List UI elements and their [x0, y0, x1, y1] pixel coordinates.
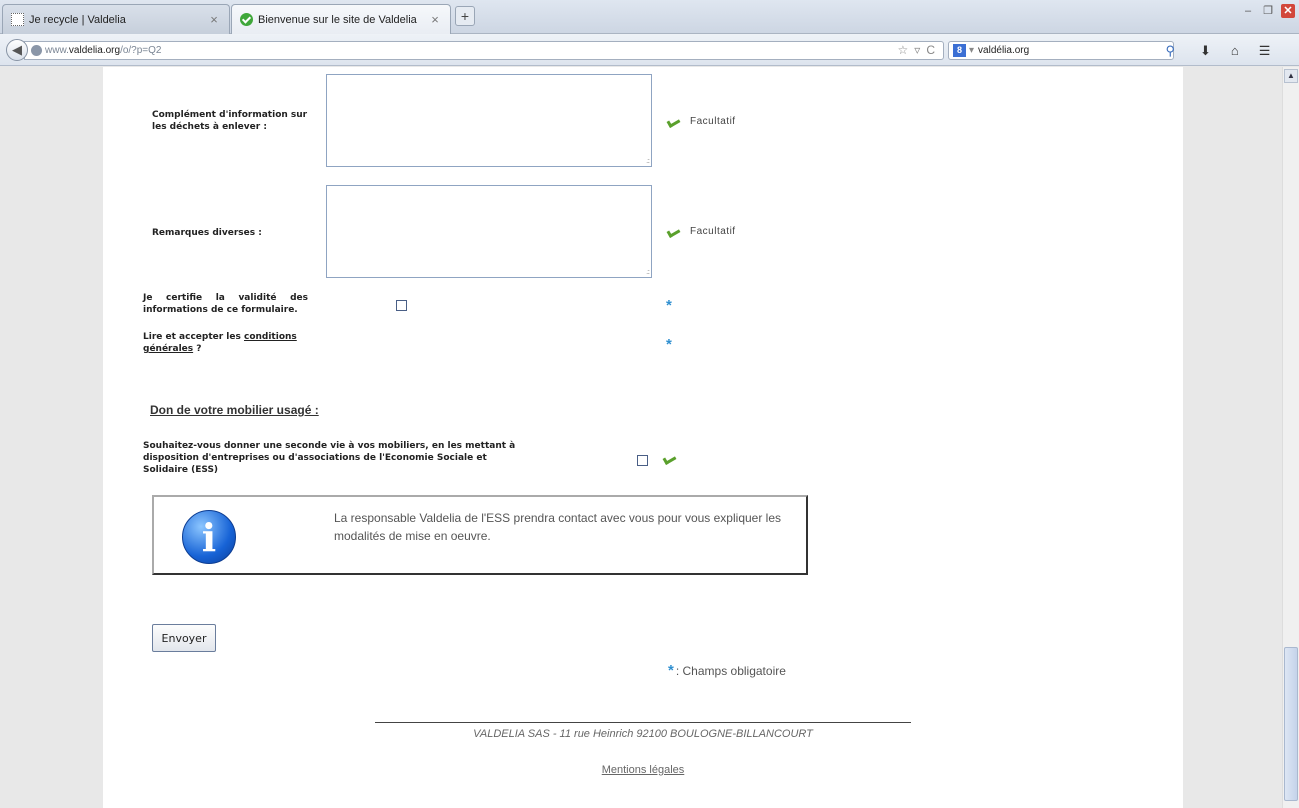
tab-label: Bienvenue sur le site de Valdelia	[258, 13, 417, 26]
new-tab-button[interactable]: +	[455, 6, 475, 26]
conditions-label: Lire et accepter les conditions générale…	[143, 331, 323, 355]
close-tab-icon[interactable]: ×	[207, 12, 221, 27]
home-icon[interactable]: ⌂	[1231, 43, 1239, 59]
window-controls: – ❐ ✕	[1241, 4, 1295, 18]
restore-icon[interactable]: ❐	[1261, 4, 1275, 18]
vertical-scrollbar[interactable]: ▲	[1282, 67, 1299, 808]
download-icon[interactable]: ⬇	[1200, 43, 1211, 59]
search-bar[interactable]: 8 ▾ valdélia.org ⚲	[948, 41, 1175, 60]
tab-bienvenue[interactable]: Bienvenue sur le site de Valdelia ×	[231, 4, 451, 34]
tab-je-recycle[interactable]: Je recycle | Valdelia ×	[2, 4, 230, 34]
minimize-icon[interactable]: –	[1241, 4, 1255, 18]
search-engine-icon[interactable]: 8	[953, 44, 966, 57]
legal-notice-link[interactable]: Mentions légales	[375, 764, 911, 776]
url-prefix: www.	[45, 45, 69, 56]
footer-divider	[375, 722, 911, 723]
required-legend: * : Champs obligatoire	[668, 662, 786, 679]
search-engine-dropdown-icon[interactable]: ▾	[969, 45, 974, 56]
complement-textarea[interactable]	[326, 74, 652, 167]
optional-label: Facultatif	[690, 226, 736, 237]
dropdown-arrow-icon[interactable]: ▿	[914, 43, 920, 57]
check-icon	[664, 455, 678, 463]
scroll-thumb[interactable]	[1284, 647, 1298, 801]
page-viewport	[0, 67, 1282, 808]
tab-strip: Je recycle | Valdelia × Bienvenue sur le…	[0, 0, 1299, 34]
url-actions: ☆ ▿ C	[898, 43, 935, 57]
search-input[interactable]: valdélia.org	[978, 45, 1029, 56]
page-content	[103, 67, 1183, 808]
certify-label: Je certifie la validité des informations…	[143, 293, 308, 315]
check-favicon-icon	[240, 13, 253, 26]
section-title: Don de votre mobilier usagé :	[150, 403, 319, 417]
submit-button[interactable]: Envoyer	[152, 624, 216, 652]
blank-page-icon	[11, 13, 24, 26]
remarques-textarea[interactable]	[326, 185, 652, 278]
address-bar[interactable]: www. valdelia.org/o/?p=Q2 ☆ ▿ C	[24, 41, 944, 60]
conditions-prefix: Lire et accepter les	[143, 332, 244, 342]
tab-label: Je recycle | Valdelia	[29, 13, 126, 26]
required-star-icon: *	[668, 662, 674, 679]
search-icon[interactable]: ⚲	[1165, 43, 1175, 59]
donation-label: Souhaitez-vous donner une seconde vie à …	[143, 441, 516, 475]
field-label-remarques: Remarques diverses :	[152, 228, 262, 238]
conditions-suffix: ?	[193, 344, 202, 354]
check-icon	[668, 228, 682, 236]
close-window-icon[interactable]: ✕	[1281, 4, 1295, 18]
url-host: valdelia.org	[68, 45, 121, 56]
legend-text: : Champs obligatoire	[675, 663, 786, 678]
info-text: La responsable Valdelia de l'ESS prendra…	[334, 511, 782, 543]
url-path: /o/?p=Q2	[120, 45, 162, 56]
field-label-complement: Complément d'information sur les déchets…	[152, 110, 308, 132]
certify-checkbox[interactable]	[396, 300, 407, 311]
back-button[interactable]: ◀	[6, 39, 28, 61]
navigation-bar: www. valdelia.org/o/?p=Q2 ☆ ▿ C ◀ 8 ▾ val…	[0, 34, 1299, 66]
reload-icon[interactable]: C	[926, 43, 935, 57]
required-star-icon: *	[666, 297, 672, 314]
info-icon-letter: i	[201, 515, 217, 560]
menu-icon[interactable]: ☰	[1259, 43, 1271, 59]
info-box: i La responsable Valdelia de l'ESS prend…	[152, 495, 808, 575]
optional-hint: Facultatif	[668, 226, 736, 237]
globe-icon	[31, 45, 42, 56]
donation-check	[664, 455, 686, 463]
info-icon: i	[182, 510, 236, 564]
toolbar-icons: ⬇ ⌂ ☰	[1200, 43, 1270, 59]
optional-hint: Facultatif	[668, 116, 736, 127]
footer-address: VALDELIA SAS - 11 rue Heinrich 92100 BOU…	[473, 728, 813, 740]
bookmark-star-icon[interactable]: ☆	[898, 43, 909, 57]
close-tab-icon[interactable]: ×	[428, 12, 442, 27]
required-star-icon: *	[666, 336, 672, 353]
scroll-up-icon[interactable]: ▲	[1284, 69, 1298, 83]
optional-label: Facultatif	[690, 116, 736, 127]
donation-checkbox[interactable]	[637, 455, 648, 466]
check-icon	[668, 118, 682, 126]
